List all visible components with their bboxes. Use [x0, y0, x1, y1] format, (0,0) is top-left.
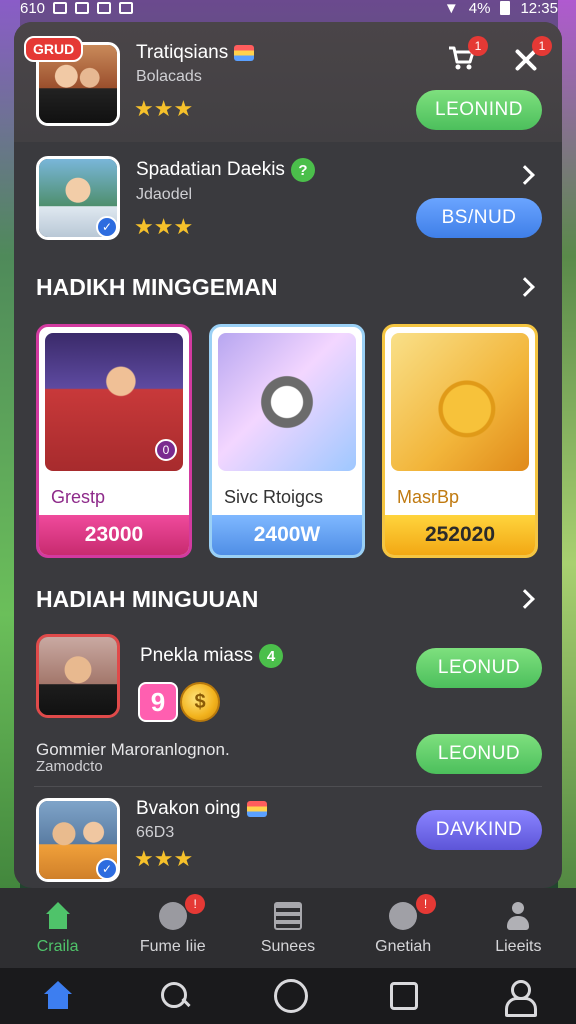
chevron-right-icon[interactable]: [515, 589, 535, 609]
main-panel: GRUD Tratiqsians Bolacads ★★★ 1 1 LEONIN…: [14, 22, 562, 888]
reward-card[interactable]: 0 Grestp 23000: [36, 324, 192, 558]
item-title: Gommier Maroranlognon.: [36, 740, 230, 759]
count-badge: 4: [259, 644, 283, 668]
item-action-button[interactable]: BS/NUD: [416, 198, 542, 238]
featured-title: Tratiqsians: [136, 42, 255, 64]
cart-badge: 1: [468, 36, 488, 56]
tab-home[interactable]: Craila: [0, 888, 115, 968]
gift-icon: [234, 44, 255, 61]
item-action-button[interactable]: DAVKIND: [416, 810, 542, 850]
tab-chat[interactable]: ! Gnetiah: [346, 888, 461, 968]
divider: [34, 786, 542, 787]
tab-list[interactable]: Sunees: [230, 888, 345, 968]
status-left: 610: [20, 0, 134, 17]
item-title-text: Bvakon oing: [136, 798, 241, 819]
bottom-tab-bar: Craila ! Fume Iiie Sunees ! Gnetiah Liee…: [0, 888, 576, 968]
featured-title-text: Tratiqsians: [136, 42, 229, 63]
card-name: MasrBp: [397, 487, 460, 507]
item-title-text: Spadatian Daekis: [136, 159, 285, 181]
card-art: [218, 333, 356, 471]
item-title: Pnekla miass 4: [140, 644, 283, 668]
tab-badge: !: [185, 894, 206, 914]
verified-icon: ✓: [96, 858, 118, 880]
signal-icon: ▼: [443, 0, 459, 17]
reward-card[interactable]: Sivc Rtoigcs 2400W: [209, 324, 365, 558]
group-badge: GRUD: [24, 36, 84, 62]
notification-icon: [53, 2, 68, 14]
notification-icon: [97, 2, 112, 14]
card-value: 2400W: [212, 515, 362, 555]
rating-stars: ★★★: [134, 96, 194, 121]
close-badge: 1: [532, 36, 552, 56]
card-name: Sivc Rtoigcs: [224, 487, 324, 507]
chevron-right-icon[interactable]: [515, 277, 535, 297]
item-subtitle: Zamodcto: [36, 758, 103, 775]
tab-label: Craila: [36, 938, 79, 955]
status-right: ▼ 4% 12:35: [444, 0, 558, 17]
item-title-text: Pnekla miass: [140, 645, 253, 667]
card-art: [391, 333, 529, 471]
list-icon: [273, 902, 302, 930]
battery-icon: [500, 1, 511, 15]
square-icon[interactable]: [390, 982, 419, 1010]
section-title: HADIAH MINGUUAN: [36, 586, 259, 612]
card-name: Grestp: [51, 487, 106, 507]
item-title: Bvakon oing: [136, 798, 267, 820]
avatar[interactable]: [36, 634, 120, 718]
notification-icon: [75, 2, 90, 14]
card-badge: 0: [155, 439, 177, 461]
card-value: 23000: [39, 515, 189, 555]
item-row[interactable]: Pnekla miass 4 9 $ LEONUD: [14, 628, 562, 728]
face-icon: [158, 902, 187, 930]
item-row[interactable]: Gommier Maroranlognon. Zamodcto LEONUD: [14, 728, 562, 788]
rating-stars: ★★★: [134, 846, 194, 871]
rating-stars: ★★★: [134, 214, 194, 239]
status-text: 610: [20, 0, 46, 17]
item-title: Spadatian Daekis?: [136, 158, 315, 182]
featured-row[interactable]: GRUD Tratiqsians Bolacads ★★★ 1 1 LEONIN…: [14, 22, 562, 142]
card-value: 252020: [385, 515, 535, 555]
claim-button[interactable]: LEONUD: [416, 734, 542, 774]
person-icon[interactable]: [501, 979, 537, 1017]
item-row[interactable]: ✓ Spadatian Daekis? Jdaodel ★★★ BS/NUD: [14, 142, 562, 256]
claim-button[interactable]: LEONUD: [416, 648, 542, 688]
item-subtitle: Jdaodel: [136, 186, 193, 203]
tab-profile[interactable]: Lieeits: [461, 888, 576, 968]
section-title: HADIKH MINGGEMAN: [36, 274, 278, 300]
person-icon: [504, 902, 532, 930]
home-icon[interactable]: [41, 979, 75, 1013]
help-icon[interactable]: ?: [290, 158, 315, 182]
avatar-photo: [39, 637, 117, 715]
featured-subtitle: Bolacads: [136, 68, 202, 85]
notification-icon: [119, 2, 134, 14]
search-icon[interactable]: [158, 979, 192, 1013]
circle-icon[interactable]: [273, 979, 308, 1013]
clock: 12:35: [520, 0, 558, 17]
tab-friends[interactable]: ! Fume Iiie: [115, 888, 230, 968]
reward-card[interactable]: MasrBp 252020: [382, 324, 538, 558]
tab-label: Sunees: [260, 938, 316, 955]
home-icon: [44, 902, 72, 930]
item-row[interactable]: ✓ Bvakon oing 66D3 ★★★ DAVKIND: [14, 790, 562, 888]
claim-button[interactable]: LEONIND: [416, 90, 542, 130]
reward-tile-icon: 9: [138, 682, 178, 722]
chat-icon: [389, 902, 418, 930]
tab-label: Fume Iiie: [139, 938, 206, 955]
tab-badge: !: [415, 894, 436, 914]
system-nav-bar: [0, 968, 576, 1024]
tab-label: Lieeits: [495, 938, 542, 955]
tab-label: Gnetiah: [375, 938, 432, 955]
coin-icon: $: [180, 682, 220, 722]
verified-icon: ✓: [96, 216, 118, 238]
status-bar: 610 ▼ 4% 12:35: [0, 0, 576, 17]
battery-percent: 4%: [468, 0, 491, 17]
gift-icon: [246, 800, 267, 817]
item-subtitle: 66D3: [136, 824, 175, 841]
chevron-right-icon[interactable]: [515, 165, 535, 185]
